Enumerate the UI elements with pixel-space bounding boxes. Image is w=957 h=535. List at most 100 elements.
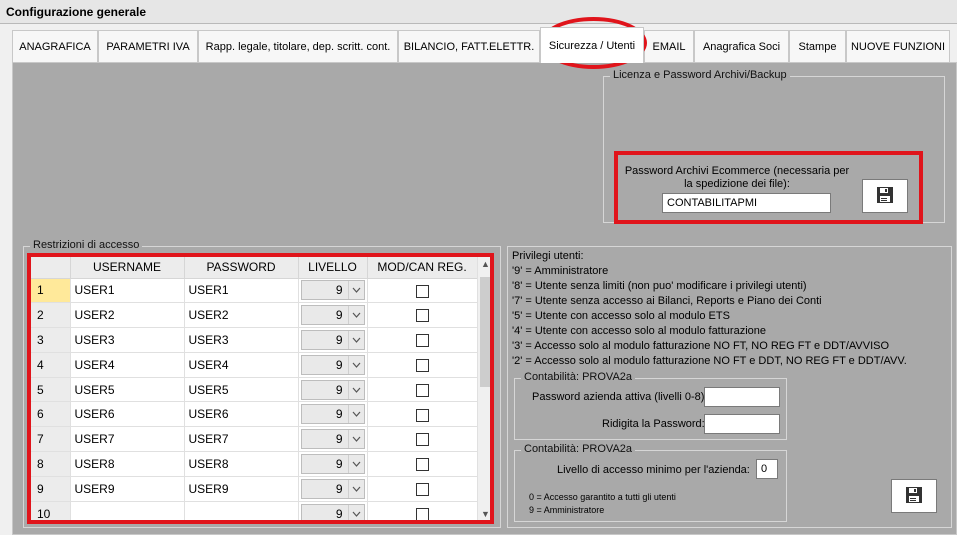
table-row[interactable]: 8 USER8 USER8 9 <box>31 451 478 477</box>
level-dropdown[interactable]: 9 <box>300 478 365 499</box>
tab-bilancio[interactable]: BILANCIO, FATT.ELETTR. <box>398 30 540 62</box>
chevron-down-icon <box>347 306 364 325</box>
username-cell[interactable] <box>70 501 185 521</box>
username-cell[interactable]: USER4 <box>70 352 185 378</box>
company-password-input[interactable] <box>704 387 780 407</box>
level-dropdown[interactable]: 9 <box>300 354 365 375</box>
username-cell[interactable]: USER5 <box>70 377 185 403</box>
tab-anagrafica-soci[interactable]: Anagrafica Soci <box>694 30 789 62</box>
column-header-mod-can-reg[interactable]: MOD/CAN REG. <box>367 257 478 279</box>
company-password-label: Password azienda attiva (livelli 0-8): <box>532 391 708 403</box>
scrollbar-thumb[interactable] <box>480 277 491 387</box>
tab-stampe[interactable]: Stampe <box>789 30 846 62</box>
username-cell[interactable]: USER8 <box>70 451 185 477</box>
table-row[interactable]: 7 USER7 USER7 9 <box>31 426 478 453</box>
username-cell[interactable]: USER9 <box>70 476 185 502</box>
password-cell[interactable]: USER2 <box>184 302 299 329</box>
username-cell[interactable]: USER6 <box>70 401 185 428</box>
table-row[interactable]: 3 USER3 USER3 9 <box>31 327 478 353</box>
table-row[interactable]: 5 USER5 USER5 9 <box>31 377 478 403</box>
row-number[interactable]: 9 <box>31 476 71 502</box>
row-number[interactable]: 5 <box>31 377 71 403</box>
password-cell[interactable]: USER4 <box>184 352 299 378</box>
mod-can-reg-checkbox[interactable] <box>415 358 429 372</box>
password-cell[interactable]: USER5 <box>184 377 299 403</box>
level-dropdown[interactable]: 9 <box>300 329 365 350</box>
level-value: 9 <box>335 283 343 298</box>
ecommerce-password-label: Password Archivi Ecommerce (necessaria p… <box>624 165 850 190</box>
level-value: 9 <box>335 332 343 347</box>
tab-anagrafica[interactable]: ANAGRAFICA <box>12 30 98 62</box>
restrictions-group-title: Restrizioni di accesso <box>30 239 143 251</box>
privileges-save-button[interactable] <box>891 479 937 513</box>
row-number[interactable]: 8 <box>31 451 71 477</box>
table-row[interactable]: 2 USER2 USER2 9 <box>31 302 478 329</box>
column-header-password[interactable]: PASSWORD <box>184 257 299 279</box>
level-dropdown[interactable]: 9 <box>300 404 365 425</box>
row-number[interactable]: 6 <box>31 401 71 428</box>
row-number[interactable]: 4 <box>31 352 71 378</box>
row-number[interactable]: 7 <box>31 426 71 453</box>
password-cell[interactable]: USER3 <box>184 327 299 353</box>
table-row[interactable]: 9 USER9 USER9 9 <box>31 476 478 502</box>
min-level-input[interactable] <box>756 459 778 479</box>
level-dropdown[interactable]: 9 <box>300 503 365 521</box>
level-dropdown[interactable]: 9 <box>300 379 365 400</box>
password-cell[interactable] <box>184 501 299 521</box>
username-cell[interactable]: USER7 <box>70 426 185 453</box>
tab-email[interactable]: EMAIL <box>644 30 694 62</box>
chevron-down-icon <box>347 380 364 399</box>
level-value: 9 <box>335 481 343 496</box>
mod-can-reg-checkbox[interactable] <box>415 507 429 521</box>
scroll-down-arrow-icon[interactable]: ▼ <box>481 509 490 519</box>
level-dropdown[interactable]: 9 <box>300 429 365 450</box>
grid-vertical-scrollbar[interactable]: ▲ ▼ <box>477 257 492 521</box>
chevron-down-icon <box>347 479 364 498</box>
username-cell[interactable]: USER2 <box>70 302 185 329</box>
mod-can-reg-checkbox[interactable] <box>415 309 429 323</box>
username-cell[interactable]: USER3 <box>70 327 185 353</box>
password-cell[interactable]: USER7 <box>184 426 299 453</box>
level-value: 9 <box>335 382 343 397</box>
table-row[interactable]: 1 USER1 USER1 9 <box>31 278 478 304</box>
tab-nuove-funzioni[interactable]: NUOVE FUNZIONI <box>846 30 950 62</box>
username-cell[interactable]: USER1 <box>70 278 185 304</box>
mod-can-reg-checkbox[interactable] <box>415 408 429 422</box>
table-row[interactable]: 10 9 <box>31 501 478 521</box>
mod-can-reg-checkbox[interactable] <box>415 334 429 348</box>
level-dropdown[interactable]: 9 <box>300 453 365 474</box>
chevron-down-icon <box>347 330 364 349</box>
floppy-disk-icon <box>876 186 894 207</box>
level-value: 9 <box>335 357 343 372</box>
tab-parametri-iva[interactable]: PARAMETRI IVA <box>98 30 198 62</box>
level-value: 9 <box>335 308 343 323</box>
confirm-password-input[interactable] <box>704 414 780 434</box>
row-number[interactable]: 3 <box>31 327 71 353</box>
table-row[interactable]: 6 USER6 USER6 9 <box>31 401 478 428</box>
column-header-username[interactable]: USERNAME <box>70 257 185 279</box>
mod-can-reg-checkbox[interactable] <box>415 383 429 397</box>
mod-can-reg-checkbox[interactable] <box>415 458 429 472</box>
password-cell[interactable]: USER1 <box>184 278 299 304</box>
password-cell[interactable]: USER8 <box>184 451 299 477</box>
mod-can-reg-checkbox[interactable] <box>415 482 429 496</box>
row-number[interactable]: 1 <box>31 278 71 304</box>
grid-corner <box>31 257 71 279</box>
row-number[interactable]: 10 <box>31 501 71 521</box>
level-dropdown[interactable]: 9 <box>300 305 365 326</box>
privilege-line: '5' = Utente con accesso solo al modulo … <box>512 310 730 322</box>
mod-can-reg-checkbox[interactable] <box>415 433 429 447</box>
level-dropdown[interactable]: 9 <box>300 280 365 301</box>
ecommerce-password-input[interactable] <box>662 193 831 213</box>
privilege-line: '9' = Amministratore <box>512 265 609 277</box>
password-cell[interactable]: USER9 <box>184 476 299 502</box>
tab-sicurezza-utenti[interactable]: Sicurezza / Utenti <box>540 27 644 63</box>
password-cell[interactable]: USER6 <box>184 401 299 428</box>
license-save-button[interactable] <box>862 179 908 213</box>
scroll-up-arrow-icon[interactable]: ▲ <box>481 259 490 269</box>
tab-rapp-legale[interactable]: Rapp. legale, titolare, dep. scritt. con… <box>198 30 398 62</box>
mod-can-reg-checkbox[interactable] <box>415 284 429 298</box>
column-header-livello[interactable]: LIVELLO <box>298 257 368 279</box>
table-row[interactable]: 4 USER4 USER4 9 <box>31 352 478 378</box>
row-number[interactable]: 2 <box>31 302 71 329</box>
